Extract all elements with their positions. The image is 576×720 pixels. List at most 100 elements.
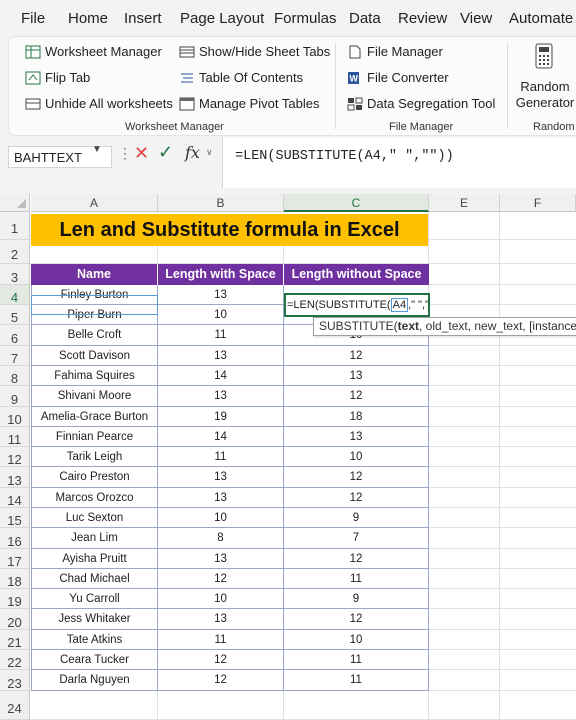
length-without-space-cell[interactable]: 12: [284, 346, 429, 366]
length-without-space-cell[interactable]: 9: [284, 508, 429, 528]
name-cell[interactable]: Amelia-Grace Burton: [31, 407, 158, 427]
manage-pivot-tables-button[interactable]: Manage Pivot Tables: [179, 96, 319, 111]
menu-insert[interactable]: Insert: [124, 10, 162, 27]
random-generator-button[interactable]: Random Generator: [513, 41, 574, 117]
menu-page-layout[interactable]: Page Layout: [180, 10, 264, 27]
length-without-space-cell[interactable]: 13: [284, 427, 429, 447]
name-cell[interactable]: Fahima Squires: [31, 366, 158, 386]
length-with-space-cell[interactable]: 10: [158, 589, 284, 609]
name-cell[interactable]: Finnian Pearce: [31, 427, 158, 447]
name-cell[interactable]: Darla Nguyen: [31, 670, 158, 691]
length-without-space-cell[interactable]: 13: [284, 366, 429, 386]
table-of-contents-button[interactable]: Table Of Contents: [179, 70, 303, 85]
name-cell[interactable]: Finley Burton: [31, 285, 158, 305]
sheet-title-cell[interactable]: Len and Substitute formula in Excel: [31, 214, 428, 246]
row-header[interactable]: 12: [0, 447, 30, 467]
row-header[interactable]: 17: [0, 549, 30, 569]
row-header[interactable]: 14: [0, 488, 30, 508]
fx-chevron-down-icon[interactable]: ∨: [206, 147, 213, 158]
length-with-space-cell[interactable]: 13: [158, 346, 284, 366]
function-argument-tooltip[interactable]: SUBSTITUTE(text, old_text, new_text, [in…: [313, 317, 576, 336]
length-with-space-cell[interactable]: 10: [158, 305, 284, 325]
row-header[interactable]: 8: [0, 366, 30, 386]
length-without-space-cell[interactable]: 11: [284, 569, 429, 589]
name-cell[interactable]: Tarik Leigh: [31, 447, 158, 467]
name-cell[interactable]: Marcos Orozco: [31, 488, 158, 508]
length-with-space-cell[interactable]: 12: [158, 650, 284, 670]
length-with-space-cell[interactable]: 11: [158, 630, 284, 650]
row-header[interactable]: 7: [0, 346, 30, 366]
name-cell[interactable]: Cairo Preston: [31, 467, 158, 488]
insert-function-fx-icon[interactable]: fx: [185, 143, 200, 162]
length-without-space-cell[interactable]: 18: [284, 407, 429, 427]
length-with-space-cell[interactable]: 13: [158, 609, 284, 630]
length-with-space-cell[interactable]: 13: [158, 488, 284, 508]
row-header[interactable]: 20: [0, 609, 30, 630]
length-with-space-cell[interactable]: 12: [158, 670, 284, 691]
file-converter-button[interactable]: W File Converter: [347, 70, 449, 85]
row-header[interactable]: 11: [0, 427, 30, 447]
row-header[interactable]: 24: [0, 691, 30, 720]
length-without-space-cell[interactable]: 12: [284, 386, 429, 407]
name-cell[interactable]: Ceara Tucker: [31, 650, 158, 670]
name-cell[interactable]: Jess Whitaker: [31, 609, 158, 630]
name-cell[interactable]: Scott Davison: [31, 346, 158, 366]
column-header-f[interactable]: F: [500, 194, 576, 212]
menu-data[interactable]: Data: [349, 10, 381, 27]
unhide-all-worksheets-button[interactable]: Unhide All worksheets: [25, 96, 173, 111]
header-name[interactable]: Name: [31, 264, 158, 285]
worksheet-manager-button[interactable]: Worksheet Manager: [25, 44, 162, 59]
name-cell[interactable]: Ayisha Pruitt: [31, 549, 158, 569]
length-with-space-cell[interactable]: 13: [158, 549, 284, 569]
length-without-space-cell[interactable]: 12: [284, 549, 429, 569]
row-header[interactable]: 4: [0, 285, 30, 305]
column-header-b[interactable]: B: [158, 194, 284, 212]
length-without-space-cell[interactable]: 9: [284, 589, 429, 609]
flip-tab-button[interactable]: Flip Tab: [25, 70, 90, 85]
length-with-space-cell[interactable]: 14: [158, 427, 284, 447]
length-without-space-cell[interactable]: 11: [284, 670, 429, 691]
length-without-space-cell[interactable]: 12: [284, 467, 429, 488]
row-header[interactable]: 9: [0, 386, 30, 407]
column-header-e[interactable]: E: [429, 194, 500, 212]
more-options-icon[interactable]: ⋮: [118, 145, 132, 162]
header-length-with-space[interactable]: Length with Space: [158, 264, 284, 285]
formula-input[interactable]: =LEN(SUBSTITUTE(A4," ","")): [222, 138, 576, 188]
header-length-without-space[interactable]: Length without Space: [284, 264, 429, 285]
chevron-down-icon[interactable]: ▼: [92, 144, 102, 155]
length-with-space-cell[interactable]: 11: [158, 325, 284, 346]
row-header[interactable]: 19: [0, 589, 30, 609]
column-header-a[interactable]: A: [31, 194, 158, 212]
name-cell[interactable]: Chad Michael: [31, 569, 158, 589]
row-header[interactable]: 5: [0, 305, 30, 325]
row-header[interactable]: 15: [0, 508, 30, 528]
length-with-space-cell[interactable]: 14: [158, 366, 284, 386]
length-without-space-cell[interactable]: 12: [284, 488, 429, 508]
length-with-space-cell[interactable]: 10: [158, 508, 284, 528]
row-header[interactable]: 23: [0, 670, 30, 691]
length-without-space-cell[interactable]: 12: [284, 609, 429, 630]
row-header[interactable]: 10: [0, 407, 30, 427]
enter-check-icon[interactable]: ✓: [158, 142, 173, 163]
show-hide-sheet-tabs-button[interactable]: Show/Hide Sheet Tabs: [179, 44, 330, 59]
menu-formulas[interactable]: Formulas: [274, 10, 337, 27]
select-all-corner[interactable]: [0, 194, 30, 212]
row-header[interactable]: 3: [0, 264, 30, 285]
row-header[interactable]: 16: [0, 528, 30, 549]
name-cell[interactable]: Yu Carroll: [31, 589, 158, 609]
row-header[interactable]: 1: [0, 212, 30, 240]
name-cell[interactable]: Belle Croft: [31, 325, 158, 346]
worksheet-grid[interactable]: A B C E F 1 2 3 4 5 6 7 8 9 10 11 12 13 14 15 16 17 18 19 2…: [0, 194, 576, 720]
name-cell[interactable]: Jean Lim: [31, 528, 158, 549]
row-header[interactable]: 21: [0, 630, 30, 650]
length-with-space-cell[interactable]: 12: [158, 569, 284, 589]
length-with-space-cell[interactable]: 11: [158, 447, 284, 467]
editing-cell-c4[interactable]: =LEN(SUBSTITUTE(A4," ","")): [284, 293, 430, 317]
row-header[interactable]: 2: [0, 240, 30, 264]
data-segregation-tool-button[interactable]: Data Segregation Tool: [347, 96, 495, 111]
length-without-space-cell[interactable]: 10: [284, 447, 429, 467]
cancel-icon[interactable]: ✕: [134, 143, 149, 164]
name-cell[interactable]: Luc Sexton: [31, 508, 158, 528]
column-header-c[interactable]: C: [284, 194, 429, 212]
length-with-space-cell[interactable]: 13: [158, 285, 284, 305]
